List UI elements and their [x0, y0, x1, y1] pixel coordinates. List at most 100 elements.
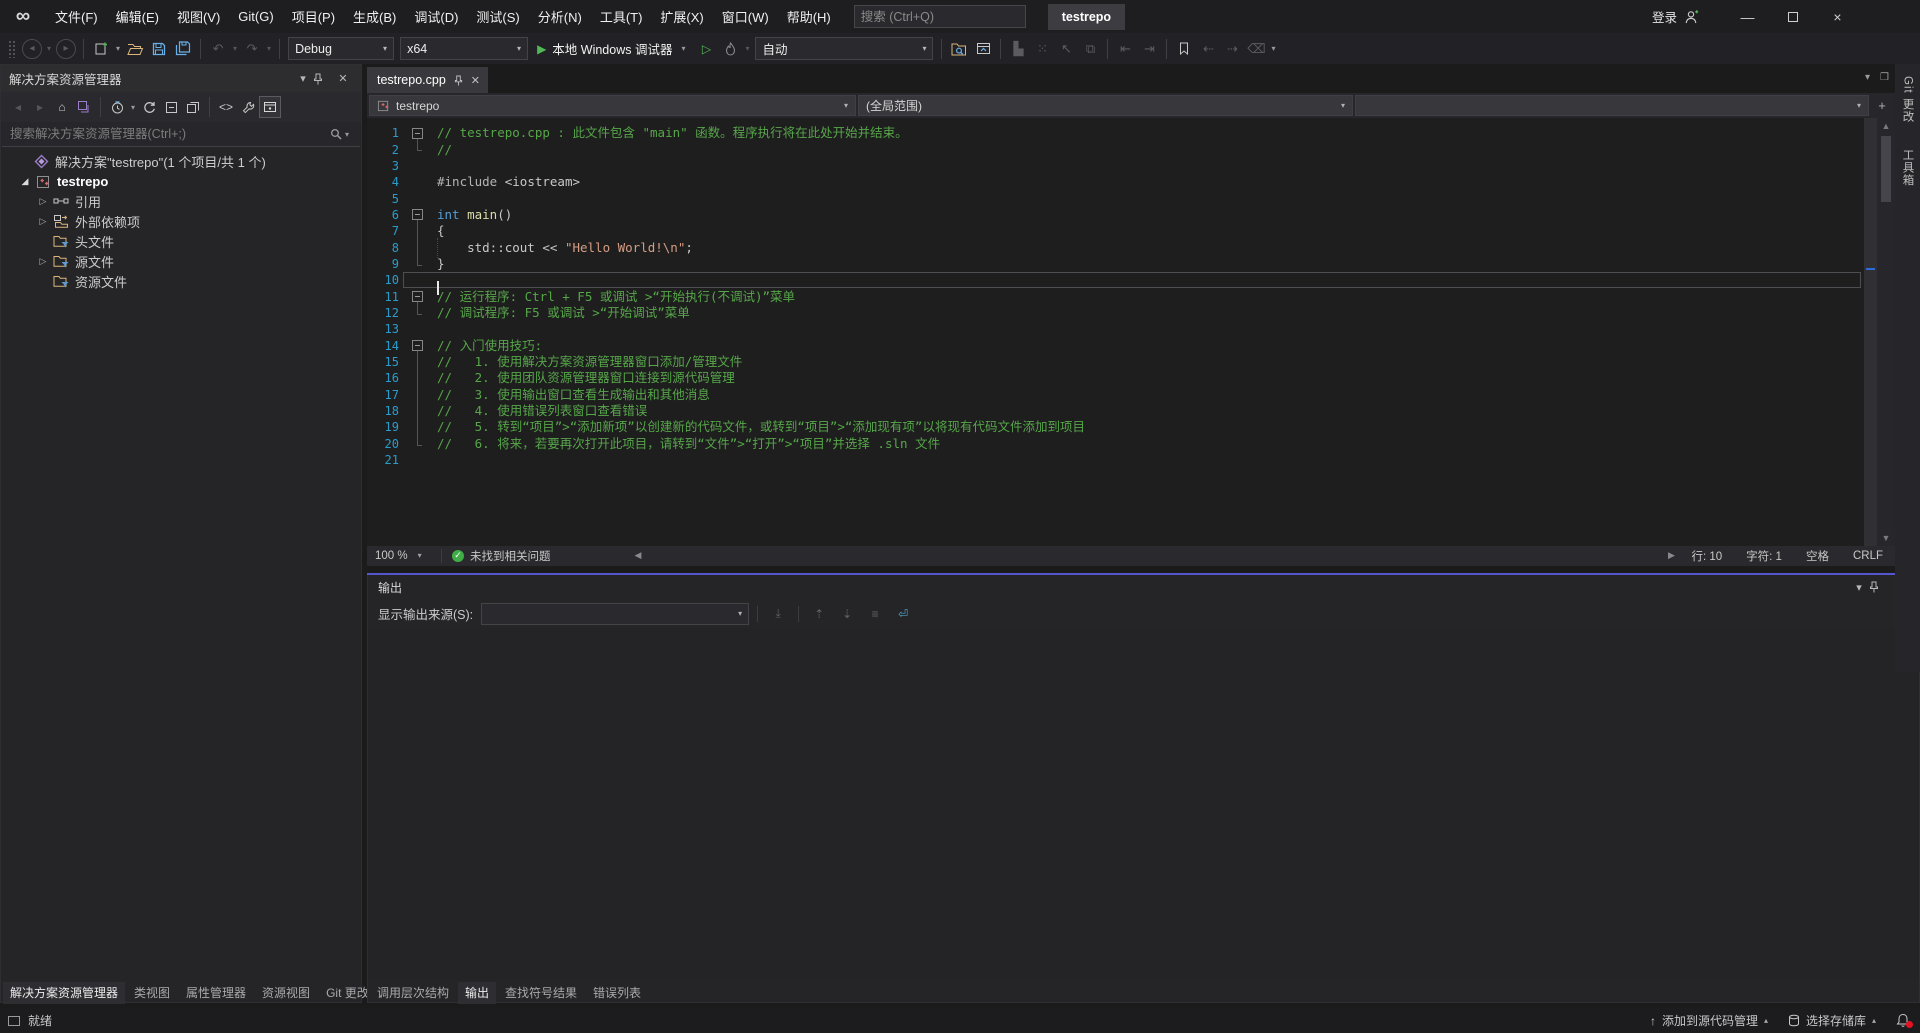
- tree-item-resource-files[interactable]: 资源文件: [1, 271, 361, 291]
- menu-item-12[interactable]: 帮助(H): [778, 0, 840, 33]
- solution-explorer-header[interactable]: 解决方案资源管理器 ▾ ✕: [1, 65, 361, 92]
- fold-collapse-icon[interactable]: [403, 288, 433, 304]
- panel-splitter[interactable]: [367, 566, 1920, 573]
- fold-minus-box[interactable]: [412, 340, 423, 351]
- fold-collapse-icon[interactable]: [403, 125, 433, 141]
- fold-minus-box[interactable]: [412, 209, 423, 220]
- back-icon[interactable]: ◂: [7, 96, 29, 118]
- navigate-back-dropdown[interactable]: ▾: [44, 44, 54, 53]
- tree-item-project-testrepo[interactable]: ◢testrepo: [1, 171, 361, 191]
- menu-item-4[interactable]: 项目(P): [283, 0, 344, 33]
- fold-minus-box[interactable]: [412, 291, 423, 302]
- scroll-up-arrow[interactable]: ▲: [1882, 118, 1891, 134]
- quick-search-input[interactable]: [861, 10, 1022, 24]
- type-scope-combo[interactable]: (全局范围) ▾: [858, 95, 1353, 116]
- code-line-9[interactable]: 9}: [367, 256, 1864, 272]
- background-tasks-icon[interactable]: [8, 1016, 20, 1026]
- code-line-14[interactable]: 14// 入门使用技巧:: [367, 337, 1864, 353]
- next-message-icon[interactable]: ⇣: [835, 603, 859, 625]
- tree-item-references[interactable]: ▷引用: [1, 191, 361, 211]
- save-all-button[interactable]: [171, 37, 195, 61]
- performance-profiler-button[interactable]: [718, 37, 742, 61]
- output-content[interactable]: [368, 628, 1919, 981]
- sign-in-button[interactable]: 登录: [1652, 7, 1699, 26]
- code-line-8[interactable]: 8 std::cout << "Hello World!\n";: [367, 239, 1864, 255]
- cursor-button[interactable]: ↖: [1054, 37, 1078, 61]
- search-options-dropdown[interactable]: ▾: [342, 130, 352, 139]
- code-line-10[interactable]: 10: [367, 272, 1864, 288]
- code-text-area[interactable]: 1// testrepo.cpp : 此文件包含 "main" 函数。程序执行将…: [367, 118, 1864, 546]
- close-panel-icon[interactable]: ✕: [333, 72, 353, 85]
- code-line-15[interactable]: 15// 1. 使用解决方案资源管理器窗口添加/管理文件: [367, 354, 1864, 370]
- save-button[interactable]: [147, 37, 171, 61]
- expand-arrow-icon[interactable]: ▷: [35, 196, 51, 207]
- close-tab-icon[interactable]: ✕: [471, 74, 480, 87]
- solution-search-input[interactable]: [10, 127, 330, 141]
- menu-item-0[interactable]: 文件(F): [46, 0, 107, 33]
- redo-button[interactable]: ↷: [240, 37, 264, 61]
- bottom-dock-tab-1[interactable]: 输出: [458, 982, 496, 1004]
- solution-name-badge[interactable]: testrepo: [1048, 4, 1125, 30]
- scrollbar-track[interactable]: [1877, 134, 1895, 530]
- toolbar-overflow-button[interactable]: ▾: [1268, 44, 1278, 53]
- code-line-4[interactable]: 4#include <iostream>: [367, 174, 1864, 190]
- eol-indicator[interactable]: CRLF: [1841, 550, 1895, 562]
- restore-button[interactable]: [1770, 0, 1815, 33]
- clear-bookmarks-button[interactable]: ⌫: [1244, 37, 1268, 61]
- collapse-arrow-icon[interactable]: ◢: [17, 176, 33, 187]
- code-line-17[interactable]: 17// 3. 使用输出窗口查看生成输出和其他消息: [367, 387, 1864, 403]
- notifications-button[interactable]: [1886, 1008, 1920, 1033]
- preview-selected-items-icon[interactable]: [182, 96, 204, 118]
- code-health-indicator[interactable]: ✓ 未找到相关问题: [442, 548, 630, 564]
- bottom-dock-tab-2[interactable]: 查找符号结果: [498, 982, 584, 1004]
- undo-button[interactable]: ↶: [206, 37, 230, 61]
- add-to-source-control-button[interactable]: ↑ 添加到源代码管理 ▴: [1640, 1008, 1778, 1033]
- autohide-tab-1[interactable]: 工具箱: [1900, 141, 1916, 195]
- attach-mode-combo[interactable]: 自动▾: [755, 37, 933, 60]
- autohide-tab-0[interactable]: Git 更改: [1900, 68, 1916, 131]
- menu-item-10[interactable]: 扩展(X): [651, 0, 712, 33]
- menu-item-9[interactable]: 工具(T): [591, 0, 652, 33]
- goto-message-icon[interactable]: ⤓: [766, 603, 790, 625]
- tree-item-solution[interactable]: 解决方案"testrepo"(1 个项目/共 1 个): [1, 151, 361, 171]
- next-bookmark-button[interactable]: ⇢: [1220, 37, 1244, 61]
- pin-icon[interactable]: [1869, 581, 1889, 593]
- column-indicator[interactable]: 字符: 1: [1734, 548, 1794, 564]
- minimize-button[interactable]: —: [1725, 0, 1770, 33]
- document-well-dropdown[interactable]: ▾: [1865, 72, 1870, 83]
- home-icon[interactable]: ⌂: [51, 96, 73, 118]
- menu-item-6[interactable]: 调试(D): [405, 0, 467, 33]
- code-line-2[interactable]: 2//: [367, 141, 1864, 157]
- copy-reference-button[interactable]: ⧉: [1078, 37, 1102, 61]
- document-tab-testrepo-cpp[interactable]: testrepo.cpp ✕: [367, 67, 488, 93]
- navigate-forward-button[interactable]: ▸: [56, 39, 76, 59]
- code-line-16[interactable]: 16// 2. 使用团队资源管理器窗口连接到源代码管理: [367, 370, 1864, 386]
- word-wrap-icon[interactable]: ⏎: [891, 603, 915, 625]
- code-line-6[interactable]: 6int main(): [367, 207, 1864, 223]
- tree-item-source-files[interactable]: ▷源文件: [1, 251, 361, 271]
- properties-icon[interactable]: [237, 96, 259, 118]
- toggle-bookmark-button[interactable]: [1172, 37, 1196, 61]
- code-line-11[interactable]: 11// 运行程序: Ctrl + F5 或调试 >“开始执行(不调试)”菜单: [367, 288, 1864, 304]
- run-target-dropdown[interactable]: ▾: [678, 44, 688, 53]
- code-editor[interactable]: 1// testrepo.cpp : 此文件包含 "main" 函数。程序执行将…: [367, 118, 1895, 546]
- switch-views-icon[interactable]: [73, 96, 95, 118]
- code-line-18[interactable]: 18// 4. 使用错误列表窗口查看错误: [367, 403, 1864, 419]
- output-panel-header[interactable]: 输出 ▾ ✕: [368, 575, 1919, 600]
- navigate-back-button[interactable]: ◂: [22, 39, 42, 59]
- left-dock-tab-3[interactable]: 资源视图: [255, 982, 317, 1004]
- toolbar-grip-handle[interactable]: [8, 40, 16, 58]
- pin-tab-icon[interactable]: [454, 75, 463, 86]
- fold-collapse-icon[interactable]: [403, 207, 433, 223]
- member-scope-combo[interactable]: ▾: [1355, 95, 1869, 116]
- new-window-button[interactable]: [971, 37, 995, 61]
- code-line-21[interactable]: 21: [367, 452, 1864, 468]
- fold-collapse-icon[interactable]: [403, 337, 433, 353]
- open-file-button[interactable]: [123, 37, 147, 61]
- expand-arrow-icon[interactable]: ▷: [35, 216, 51, 227]
- pin-icon[interactable]: [313, 73, 333, 85]
- horizontal-scrollbar[interactable]: ◀ ▶: [630, 546, 1679, 566]
- output-source-combo[interactable]: ▾: [481, 603, 749, 625]
- spaces-indicator[interactable]: 空格: [1794, 548, 1841, 564]
- collapse-all-icon[interactable]: [160, 96, 182, 118]
